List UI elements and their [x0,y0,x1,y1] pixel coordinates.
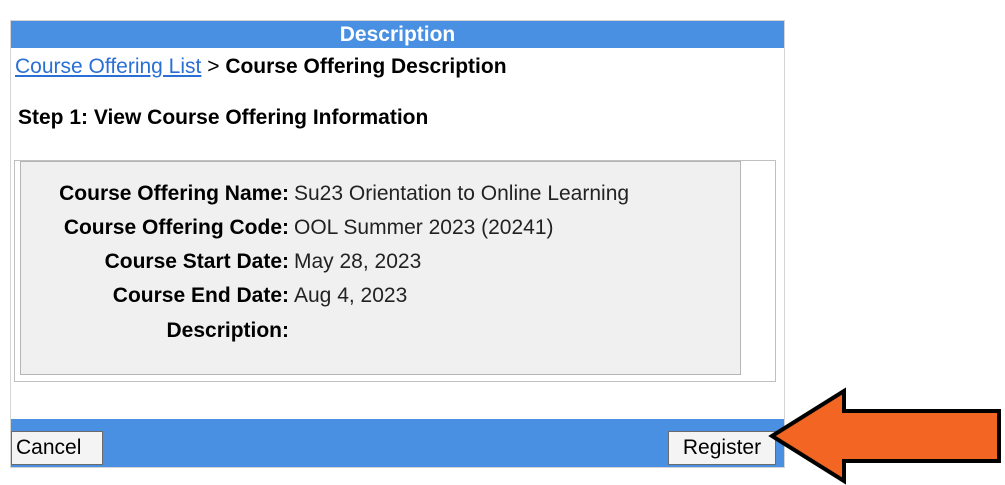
breadcrumb-link-course-offering-list[interactable]: Course Offering List [15,55,201,78]
info-value: May 28, 2023 [294,250,422,273]
info-label: Course Offering Name: [59,182,289,205]
course-info-frame: Course Offering Name: Su23 Orientation t… [14,160,776,382]
step-heading: Step 1: View Course Offering Information [18,106,429,129]
arrow-shape [768,387,1001,485]
course-description-dialog: Description Course Offering List > Cours… [10,20,785,468]
info-label: Course Offering Code: [63,216,289,239]
breadcrumb-current: Course Offering Description [225,55,507,78]
info-value: Aug 4, 2023 [294,284,408,307]
action-bar: Cancel Register [11,419,784,467]
info-label: Description: [166,319,289,342]
course-info-panel: Course Offering Name: Su23 Orientation t… [20,161,741,375]
breadcrumb-separator: > [201,55,226,78]
cancel-button[interactable]: Cancel [11,431,103,465]
dialog-title-bar: Description [11,21,784,48]
info-value: Su23 Orientation to Online Learning [294,182,630,205]
register-button[interactable]: Register [668,431,776,465]
breadcrumb: Course Offering List > Course Offering D… [15,55,507,79]
info-value: OOL Summer 2023 (20241) [294,216,554,239]
info-label: Course Start Date: [104,250,289,273]
left-arrow-icon [768,387,1001,485]
dialog-title: Description [339,23,456,46]
info-label: Course End Date: [112,284,289,307]
